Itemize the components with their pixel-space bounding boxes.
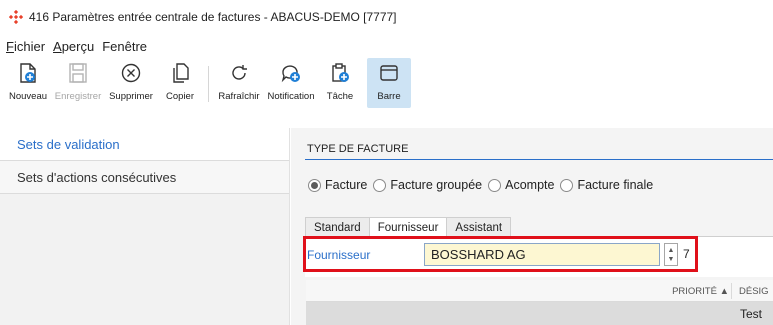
- section-title: TYPE DE FACTURE: [305, 138, 773, 160]
- grid-header: PRIORITÉ ▲ DÉSIG: [306, 280, 773, 302]
- supplier-label: Fournisseur: [307, 248, 371, 262]
- radio-facture-finale[interactable]: [560, 178, 574, 192]
- refresh-button[interactable]: Rafraîchir: [215, 58, 263, 108]
- new-button[interactable]: Nouveau: [4, 58, 52, 108]
- bar-toggle-label: Barre: [377, 91, 401, 102]
- notification-button[interactable]: Notification: [263, 58, 319, 108]
- save-icon: [69, 63, 87, 83]
- delete-button[interactable]: Supprimer: [104, 58, 158, 108]
- sidebar-item-validation-sets[interactable]: Sets de validation: [0, 128, 289, 161]
- radio-label-facture-groupee: Facture groupée: [390, 178, 483, 192]
- cell-designation: Test: [740, 307, 763, 321]
- tab-standard[interactable]: Standard: [305, 217, 370, 237]
- sidebar-item-label: Sets de validation: [17, 136, 120, 152]
- save-button-label: Enregistrer: [54, 91, 102, 102]
- notification-button-label: Notification: [267, 91, 315, 102]
- sidebar-item-follow-up-action-sets[interactable]: Sets d'actions consécutives: [0, 161, 289, 194]
- toolbar: Nouveau Enregistrer Supprimer Copier Raf…: [0, 58, 773, 110]
- menu-fenetre[interactable]: Fenêtre: [102, 39, 147, 54]
- radio-acompte[interactable]: [488, 178, 502, 192]
- refresh-icon: [232, 65, 247, 80]
- copy-button-label: Copier: [166, 91, 194, 102]
- bar-toggle-button[interactable]: Barre: [367, 58, 411, 108]
- bar-window-icon: [380, 65, 398, 81]
- menu-fichier[interactable]: Fichier: [6, 39, 45, 54]
- new-document-icon: [20, 63, 36, 83]
- task-button-label: Tâche: [326, 91, 354, 102]
- copy-icon: [173, 63, 189, 83]
- delete-circle-icon: [121, 63, 141, 83]
- radio-facture-groupee[interactable]: [373, 178, 387, 192]
- menu-bar: Fichier Aperçu Fenêtre: [0, 36, 155, 56]
- tab-bar: Standard Fournisseur Assistant: [305, 217, 512, 237]
- delete-button-label: Supprimer: [109, 91, 153, 102]
- save-button[interactable]: Enregistrer: [52, 58, 104, 108]
- column-header-designation[interactable]: DÉSIG: [731, 283, 769, 299]
- sidebar-item-label: Sets d'actions consécutives: [17, 169, 177, 185]
- column-header-priority[interactable]: PRIORITÉ ▲: [672, 286, 729, 297]
- task-button[interactable]: Tâche: [319, 58, 361, 108]
- sidebar: Sets de validation Sets d'actions conséc…: [0, 128, 290, 325]
- menu-apercu[interactable]: Aperçu: [53, 39, 94, 54]
- radio-label-facture: Facture: [325, 178, 368, 192]
- new-button-label: Nouveau: [8, 91, 48, 102]
- task-clipboard-icon: [332, 63, 349, 82]
- table-row[interactable]: Test: [306, 302, 773, 325]
- invoice-type-radio-group: Facture Facture groupée Acompte Facture …: [308, 178, 659, 192]
- supplier-input[interactable]: BOSSHARD AG: [424, 243, 660, 266]
- copy-button[interactable]: Copier: [158, 58, 202, 108]
- spinner-up-icon: ▲: [667, 246, 675, 254]
- tab-assistant[interactable]: Assistant: [446, 217, 512, 237]
- refresh-button-label: Rafraîchir: [218, 91, 260, 102]
- notification-chat-icon: [281, 65, 300, 83]
- toolbar-separator: [208, 66, 209, 102]
- priority-grid: PRIORITÉ ▲ DÉSIG Test: [306, 280, 773, 325]
- tab-fournisseur[interactable]: Fournisseur: [368, 217, 448, 237]
- window-title: 416 Paramètres entrée centrale de factur…: [29, 10, 397, 24]
- radio-label-facture-finale: Facture finale: [577, 178, 654, 192]
- abacus-logo-icon: [9, 10, 23, 24]
- title-bar: 416 Paramètres entrée centrale de factur…: [0, 0, 773, 34]
- spinner-down-icon: ▼: [667, 255, 675, 263]
- supplier-number: 7: [683, 247, 690, 261]
- supplier-spinner[interactable]: ▲ ▼: [664, 243, 678, 266]
- radio-facture[interactable]: [308, 178, 321, 192]
- radio-label-acompte: Acompte: [505, 178, 555, 192]
